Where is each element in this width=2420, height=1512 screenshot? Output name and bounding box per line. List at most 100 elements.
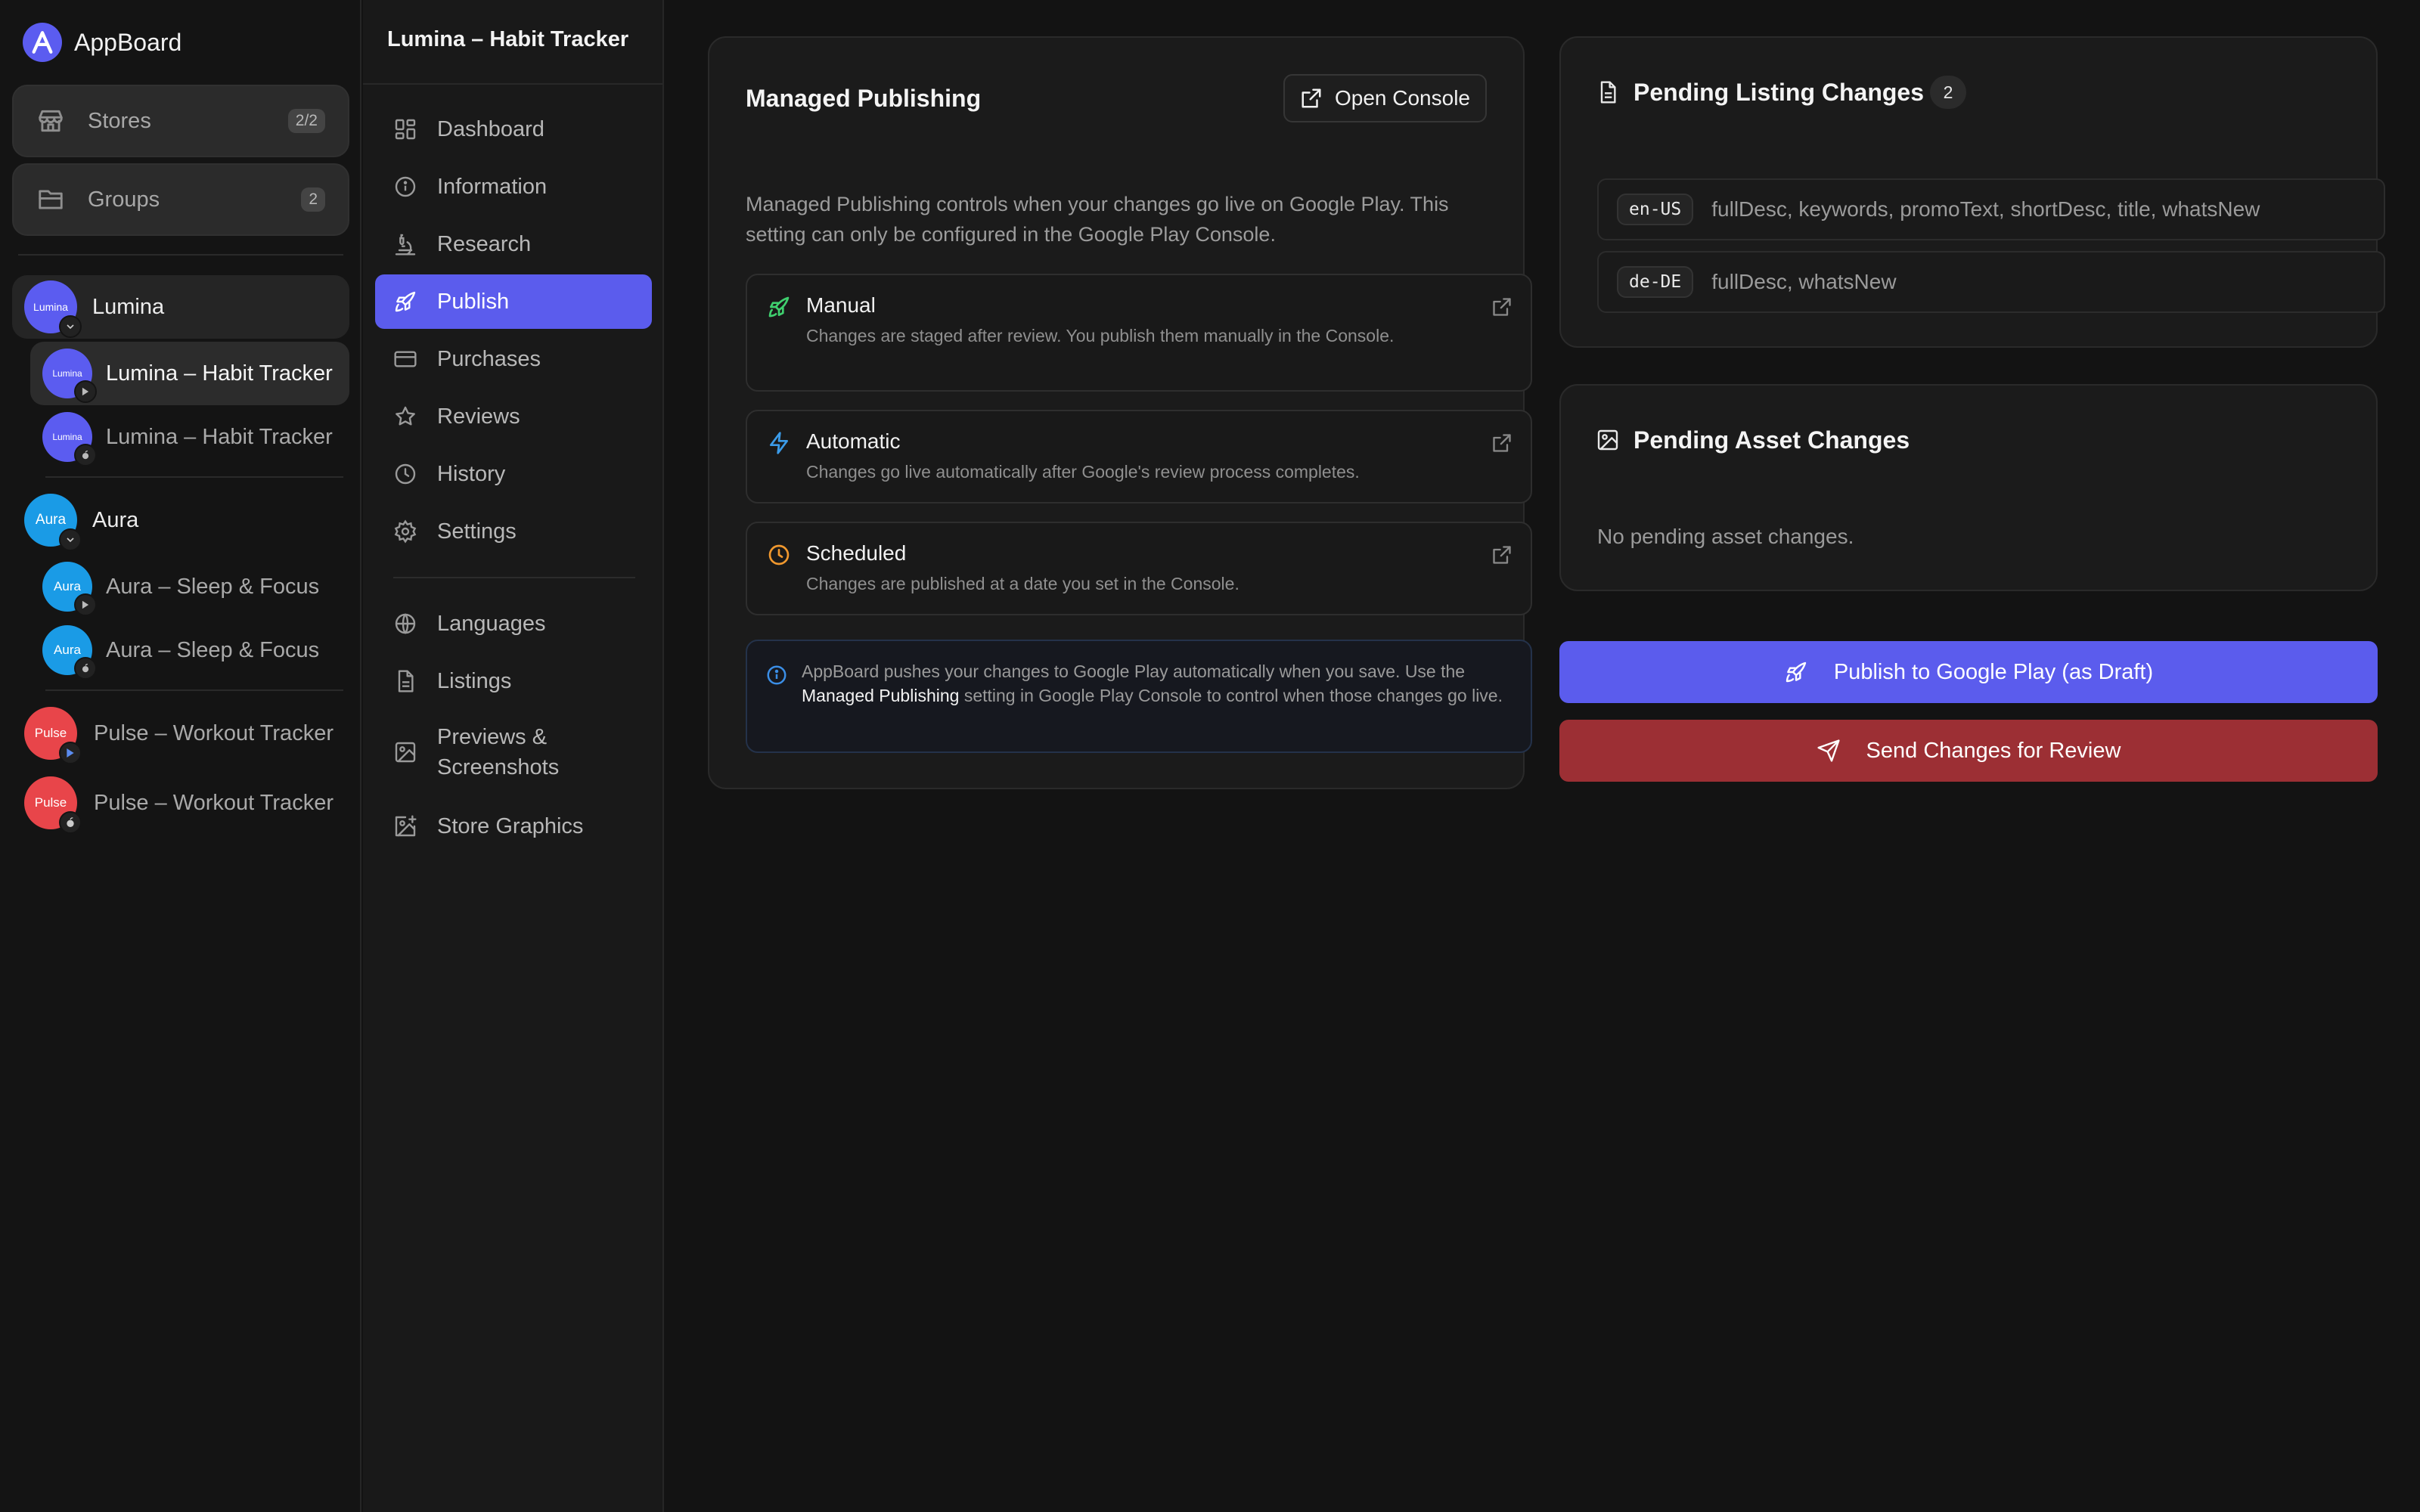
publish-to-google-play-button[interactable]: Publish to Google Play (as Draft)	[1559, 641, 2378, 703]
info-text-strong: Managed Publishing	[802, 686, 960, 705]
app-item-lumina-ios[interactable]: Lumina Lumina – Habit Tracker	[30, 405, 349, 469]
nav-item-label: Dashboard	[437, 117, 544, 141]
nav-item-label: History	[437, 462, 506, 486]
app-item-label: Lumina – Habit Tracker	[106, 424, 333, 449]
app-group-aura[interactable]: Aura Aura	[12, 488, 349, 552]
app-icon-text: Aura	[54, 579, 81, 593]
pending-listing-changes-card: Pending Listing Changes 2 en-US fullDesc…	[1559, 36, 2385, 348]
app-item-pulse-ios[interactable]: Pulse Pulse – Workout Tracker	[12, 771, 349, 835]
image-icon	[1597, 429, 1618, 451]
chevron-down-icon	[59, 315, 82, 338]
document-icon	[398, 670, 414, 692]
external-link-icon[interactable]	[1491, 432, 1512, 454]
app-icon-text: Aura	[35, 512, 67, 528]
app-icon-aura: Aura	[42, 625, 97, 680]
google-play-icon	[74, 593, 97, 616]
info-icon	[395, 176, 416, 197]
chevron-down-icon	[59, 528, 82, 551]
option-automatic[interactable]: Automatic Changes go live automatically …	[746, 410, 1532, 503]
external-link-icon[interactable]	[1491, 544, 1512, 565]
nav-item-label: Research	[437, 232, 532, 256]
nav-item-reviews[interactable]: Reviews	[375, 389, 652, 444]
app-icon-lumina: Lumina	[42, 412, 97, 466]
app-item-aura-android[interactable]: Aura Aura – Sleep & Focus	[30, 555, 349, 618]
app-group-label: Aura	[92, 507, 139, 532]
app-icon-text: Aura	[54, 643, 81, 657]
nav-divider	[363, 83, 662, 85]
credit-card-icon	[394, 351, 417, 367]
locale-fields: fullDesc, whatsNew	[1711, 270, 1897, 293]
app-icon-text: Lumina	[52, 432, 82, 442]
groups-label: Groups	[88, 187, 160, 212]
nav-item-purchases[interactable]: Purchases	[375, 332, 652, 386]
app-icon-lumina: Lumina	[42, 349, 97, 403]
gear-icon	[394, 519, 417, 544]
app-item-pulse-android[interactable]: Pulse Pulse – Workout Tracker	[12, 702, 349, 765]
nav-item-label: Store Graphics	[437, 814, 584, 838]
nav-item-dashboard[interactable]: Dashboard	[375, 102, 652, 156]
stores-button[interactable]: Stores 2/2	[12, 85, 349, 157]
app-icon-aura: Aura	[42, 562, 97, 616]
app-item-lumina-android[interactable]: Lumina Lumina – Habit Tracker	[30, 342, 349, 405]
nav-item-previews-screenshots[interactable]: Previews & Screenshots	[375, 718, 652, 786]
nav-item-research[interactable]: Research	[375, 217, 652, 271]
send-changes-for-review-button[interactable]: Send Changes for Review	[1559, 720, 2378, 782]
managed-publishing-description: Managed Publishing controls when your ch…	[746, 193, 1449, 246]
option-manual[interactable]: Manual Changes are staged after review. …	[746, 274, 1532, 392]
option-scheduled[interactable]: Scheduled Changes are published at a dat…	[746, 522, 1532, 615]
open-console-button[interactable]: Open Console	[1283, 74, 1487, 122]
apple-icon	[59, 811, 82, 834]
external-link-icon[interactable]	[1491, 296, 1512, 318]
microscope-icon	[395, 234, 416, 256]
locale-row-de-de[interactable]: de-DE fullDesc, whatsNew	[1597, 251, 2385, 313]
review-button-label: Send Changes for Review	[1866, 738, 2121, 763]
groups-button[interactable]: Groups 2	[12, 163, 349, 236]
brand[interactable]: AppBoard	[23, 23, 182, 62]
store-icon	[39, 110, 63, 132]
google-play-icon	[74, 380, 97, 403]
nav-item-information[interactable]: Information	[375, 160, 652, 214]
locale-tag: de-DE	[1617, 266, 1694, 298]
app-icon-text: Pulse	[34, 795, 67, 810]
nav-item-label: Reviews	[437, 404, 520, 429]
nav-item-languages[interactable]: Languages	[375, 596, 652, 651]
clock-icon	[768, 544, 790, 565]
option-title: Scheduled	[806, 541, 907, 565]
app-item-label: Pulse – Workout Tracker	[94, 790, 334, 815]
app-icon-text: Lumina	[52, 368, 82, 379]
app-item-label: Pulse – Workout Tracker	[94, 720, 334, 745]
document-icon	[1600, 81, 1616, 104]
rocket-icon	[768, 296, 790, 318]
managed-publishing-card: Managed Publishing Open Console Managed …	[708, 36, 1532, 789]
nav-item-store-graphics[interactable]: Store Graphics	[375, 799, 652, 854]
pending-listing-title: Pending Listing Changes	[1634, 79, 1925, 106]
locale-row-en-us[interactable]: en-US fullDesc, keywords, promoText, sho…	[1597, 178, 2385, 240]
nav-item-label: Information	[437, 175, 548, 199]
nav-divider	[393, 577, 635, 578]
send-icon	[1817, 739, 1840, 762]
app-group-lumina[interactable]: Lumina Lumina	[12, 275, 349, 339]
nav-item-history[interactable]: History	[375, 447, 652, 501]
folder-icon	[39, 190, 63, 209]
google-play-icon	[59, 742, 82, 764]
rocket-icon	[395, 291, 416, 312]
external-link-icon	[1302, 88, 1321, 108]
stores-label: Stores	[88, 108, 151, 133]
globe-icon	[395, 613, 416, 634]
lightning-icon	[770, 432, 788, 454]
app-icon-aura: Aura	[24, 494, 82, 551]
nav-item-publish[interactable]: Publish	[375, 274, 652, 329]
dashboard-icon	[395, 119, 416, 140]
sidebar-divider	[45, 689, 343, 691]
app-icon-pulse: Pulse	[24, 776, 82, 834]
nav-item-listings[interactable]: Listings	[375, 654, 652, 708]
appboard-logo-icon	[23, 23, 62, 62]
rocket-icon	[1786, 662, 1807, 683]
app-icon-lumina: Lumina	[24, 280, 82, 338]
app-item-label: Aura – Sleep & Focus	[106, 637, 320, 662]
app-item-label: Lumina – Habit Tracker	[106, 361, 333, 386]
app-item-label: Aura – Sleep & Focus	[106, 574, 320, 599]
nav-item-settings[interactable]: Settings	[375, 504, 652, 559]
app-item-aura-ios[interactable]: Aura Aura – Sleep & Focus	[30, 618, 349, 682]
locale-tag: en-US	[1617, 194, 1694, 225]
